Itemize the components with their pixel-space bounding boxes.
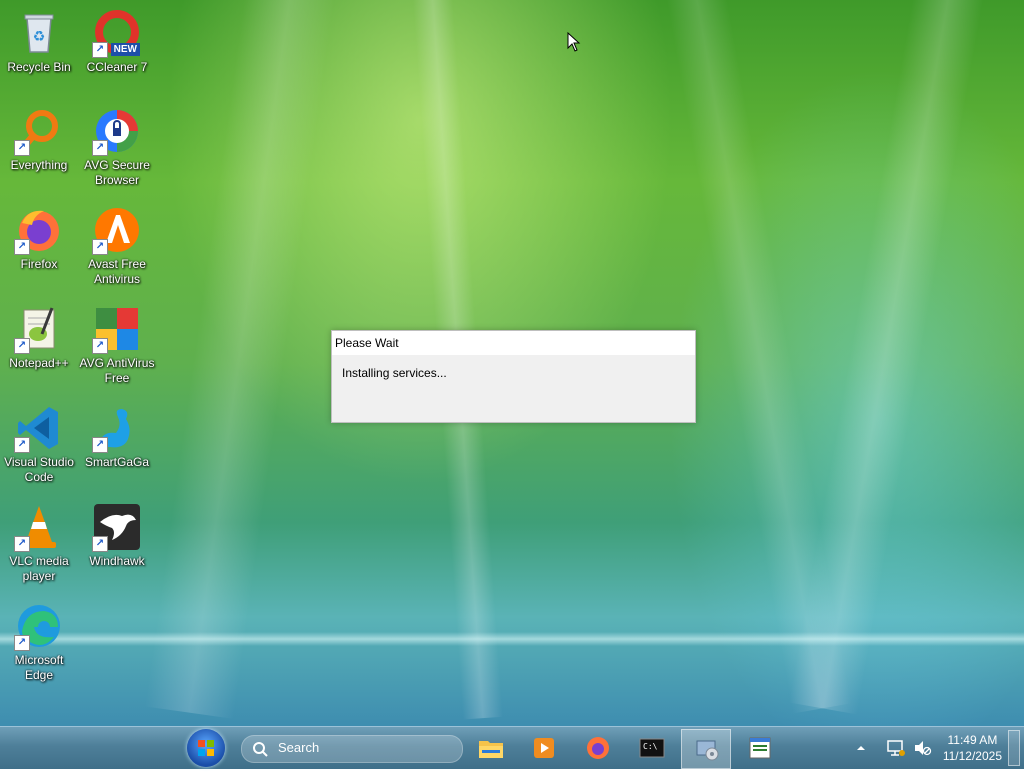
desktop-icon-everything[interactable]: ↗ Everything bbox=[0, 106, 78, 173]
shortcut-arrow-icon: ↗ bbox=[14, 437, 30, 453]
shortcut-arrow-icon: ↗ bbox=[92, 338, 108, 354]
show-desktop-button[interactable] bbox=[1008, 730, 1020, 766]
folder-icon bbox=[479, 741, 503, 758]
desktop-icon-avg-secure-browser[interactable]: ↗ AVG Secure Browser bbox=[78, 106, 156, 188]
desktop-icon-avg-antivirus[interactable]: ↗ AVG AntiVirus Free bbox=[78, 304, 156, 386]
taskbar-command-prompt[interactable]: C:\ bbox=[627, 729, 675, 767]
vscode-icon: ↗ bbox=[14, 403, 64, 453]
edge-icon: ↗ bbox=[14, 601, 64, 651]
installer-icon bbox=[696, 740, 719, 761]
media-player-icon bbox=[534, 738, 554, 758]
clock[interactable]: 11:49 AM 11/12/2025 bbox=[943, 732, 1002, 764]
taskbar: Search C:\ 11:49 AM 11/12/2025 bbox=[0, 726, 1024, 769]
horizon-glow bbox=[0, 632, 1024, 646]
shortcut-arrow-icon: ↗ bbox=[92, 437, 108, 453]
hawk-icon: ↗ bbox=[92, 502, 142, 552]
recycle-bin-icon: ♻ bbox=[14, 8, 64, 58]
desktop-icon-label: AVG Secure Browser bbox=[84, 158, 150, 187]
shortcut-arrow-icon: ↗ bbox=[92, 42, 108, 58]
desktop-icon-recycle-bin[interactable]: ♻ Recycle Bin bbox=[0, 8, 78, 75]
avg-secure-browser-icon: ↗ bbox=[92, 106, 142, 156]
desktop-icon-firefox[interactable]: ↗ Firefox bbox=[0, 205, 78, 272]
desktop-icon-avast[interactable]: ↗ Avast Free Antivirus bbox=[78, 205, 156, 287]
firefox-icon: ↗ bbox=[14, 205, 64, 255]
desktop-icon-label: Microsoft Edge bbox=[14, 653, 64, 682]
taskbar-notepad[interactable] bbox=[735, 729, 783, 767]
taskbar-firefox[interactable] bbox=[573, 729, 621, 767]
swan-icon: ↗ bbox=[92, 403, 142, 453]
mouse-cursor-icon bbox=[567, 32, 581, 52]
svg-text:C:\: C:\ bbox=[643, 742, 658, 751]
clock-date: 11/12/2025 bbox=[942, 749, 1002, 763]
notepad-icon bbox=[749, 737, 771, 759]
svg-text:♻: ♻ bbox=[33, 28, 46, 44]
desktop-icon-microsoft-edge[interactable]: ↗ Microsoft Edge bbox=[0, 601, 78, 683]
search-box[interactable]: Search bbox=[241, 735, 463, 763]
desktop-icon-label: Notepad++ bbox=[9, 356, 69, 370]
firefox-icon bbox=[587, 737, 609, 759]
clock-time: 11:49 AM bbox=[947, 733, 998, 747]
desktop-icon-label: Visual Studio Code bbox=[4, 455, 74, 484]
shortcut-arrow-icon: ↗ bbox=[14, 635, 30, 651]
desktop-icon-ccleaner[interactable]: NEW ↗ CCleaner 7 bbox=[78, 8, 156, 75]
windows-logo-icon bbox=[198, 740, 214, 756]
desktop-icon-vlc[interactable]: ↗ VLC media player bbox=[0, 502, 78, 584]
shortcut-arrow-icon: ↗ bbox=[92, 536, 108, 552]
avg-antivirus-icon: ↗ bbox=[92, 304, 142, 354]
shortcut-arrow-icon: ↗ bbox=[14, 140, 30, 156]
avast-icon: ↗ bbox=[92, 205, 142, 255]
shortcut-arrow-icon: ↗ bbox=[92, 239, 108, 255]
shortcut-arrow-icon: ↗ bbox=[92, 140, 108, 156]
search-placeholder: Search bbox=[278, 740, 320, 755]
ccleaner-icon: NEW ↗ bbox=[92, 8, 142, 58]
volume-muted-icon[interactable] bbox=[912, 738, 932, 758]
please-wait-dialog: Please Wait Installing services... bbox=[331, 330, 696, 423]
desktop: ♻ Recycle Bin ↗ Everything ↗ Firefox ↗ N… bbox=[0, 0, 1024, 726]
desktop-icon-label: Recycle Bin bbox=[7, 60, 71, 74]
magnifier-icon: ↗ bbox=[14, 106, 64, 156]
shortcut-arrow-icon: ↗ bbox=[14, 239, 30, 255]
desktop-icon-label: Avast Free Antivirus bbox=[88, 257, 146, 286]
show-hidden-icons-chevron-icon[interactable] bbox=[855, 742, 867, 754]
shortcut-arrow-icon: ↗ bbox=[14, 338, 30, 354]
taskbar-installer[interactable] bbox=[681, 729, 731, 769]
desktop-icon-label: VLC media player bbox=[9, 554, 69, 583]
dialog-message: Installing services... bbox=[342, 366, 447, 380]
desktop-icon-label: AVG AntiVirus Free bbox=[79, 356, 155, 385]
desktop-icon-smartgaga[interactable]: ↗ SmartGaGa bbox=[78, 403, 156, 470]
desktop-icon-label: SmartGaGa bbox=[84, 455, 150, 469]
new-badge: NEW bbox=[110, 43, 140, 56]
vlc-cone-icon: ↗ bbox=[14, 502, 64, 552]
desktop-icon-label: CCleaner 7 bbox=[86, 60, 148, 74]
dialog-title: Please Wait bbox=[332, 331, 695, 355]
terminal-icon: C:\ bbox=[639, 738, 665, 758]
desktop-icon-label: Firefox bbox=[20, 257, 58, 271]
light-ray bbox=[788, 0, 990, 715]
taskbar-media-player[interactable] bbox=[519, 729, 567, 767]
desktop-icon-windhawk[interactable]: ↗ Windhawk bbox=[78, 502, 156, 569]
network-icon[interactable] bbox=[886, 738, 906, 758]
shortcut-arrow-icon: ↗ bbox=[14, 536, 30, 552]
start-button[interactable] bbox=[187, 729, 225, 767]
desktop-icon-notepad-plus-plus[interactable]: ↗ Notepad++ bbox=[0, 304, 78, 371]
search-icon bbox=[253, 742, 268, 757]
desktop-icon-label: Everything bbox=[10, 158, 68, 172]
light-ray bbox=[144, 0, 340, 719]
taskbar-file-explorer[interactable] bbox=[466, 729, 514, 767]
desktop-icon-vscode[interactable]: ↗ Visual Studio Code bbox=[0, 403, 78, 485]
desktop-icon-label: Windhawk bbox=[89, 554, 145, 568]
notepad-plus-plus-icon: ↗ bbox=[14, 304, 64, 354]
